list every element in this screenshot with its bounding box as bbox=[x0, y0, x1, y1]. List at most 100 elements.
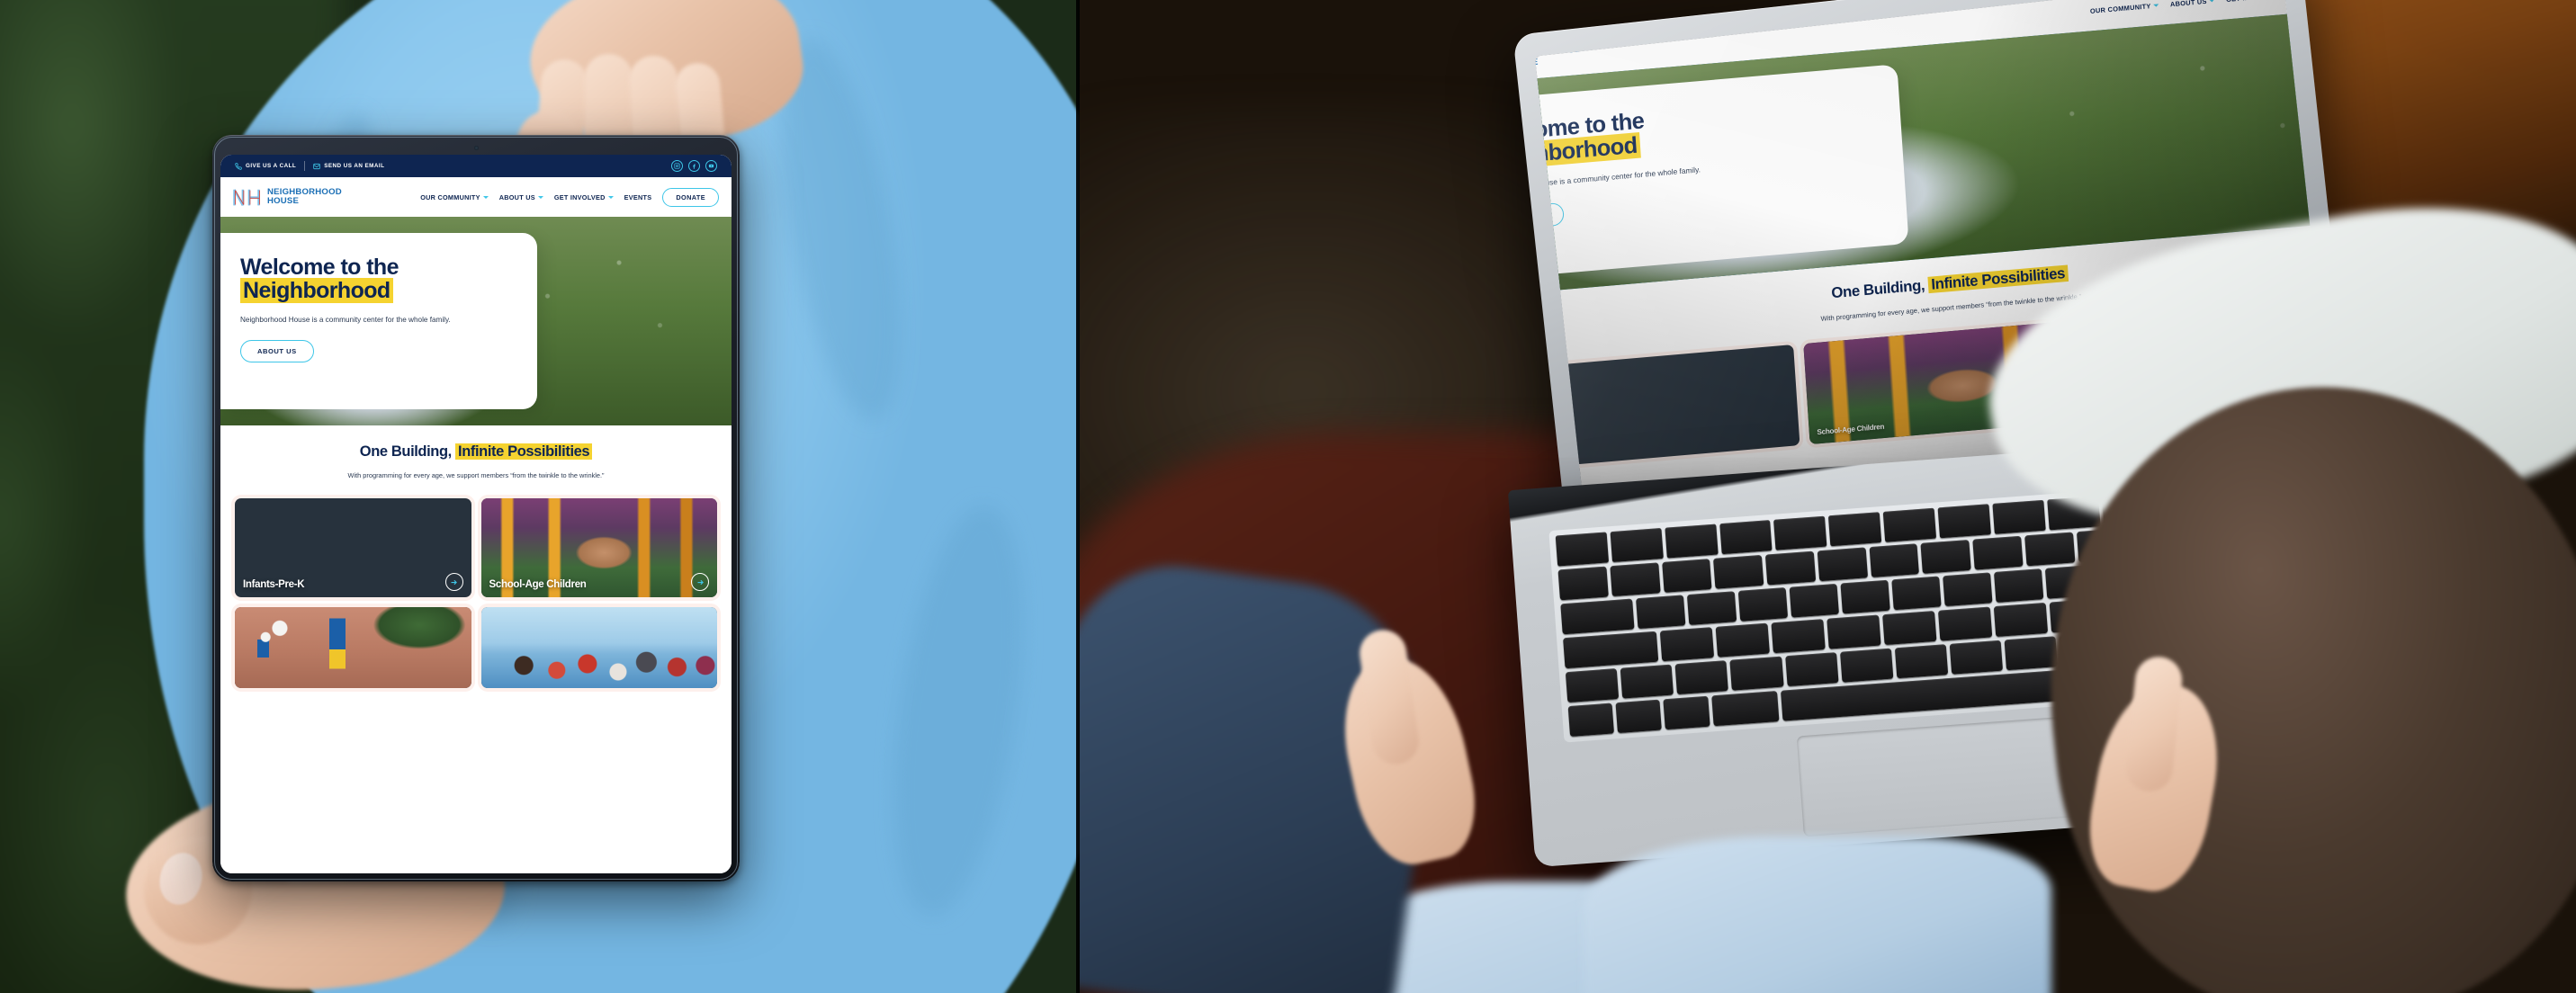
program-card-infants-pre-k[interactable]: Infants-Pre-K bbox=[235, 498, 471, 598]
program-card-infants-pre-k[interactable]: Infants-Pre-K bbox=[1534, 344, 1800, 471]
key-9[interactable] bbox=[2024, 532, 2076, 567]
card-arrow-button[interactable] bbox=[691, 573, 709, 592]
key-v[interactable] bbox=[1839, 648, 1894, 683]
key-comma[interactable] bbox=[2004, 636, 2059, 671]
send-us-an-email-label: SEND US AN EMAIL bbox=[324, 163, 385, 169]
nav-item-about-us[interactable]: ABOUT US bbox=[2170, 0, 2216, 8]
program-card-teens[interactable] bbox=[235, 607, 471, 689]
key-d[interactable] bbox=[1771, 619, 1827, 654]
program-card-school-age-children[interactable]: School-Age Children bbox=[480, 498, 717, 598]
nav-item-events[interactable]: EVENTS bbox=[624, 193, 652, 201]
section-title-highlight: Infinite Possibilities bbox=[1928, 264, 2069, 293]
key-b[interactable] bbox=[1894, 644, 1949, 679]
key-a[interactable] bbox=[1635, 595, 1686, 630]
key-q[interactable] bbox=[1660, 627, 1715, 662]
hero-text-card: Welcome to the Neighborhood Neighborhood… bbox=[1534, 64, 1909, 282]
topbar-contact-group: GIVE US A CALL SEND US AN EMAIL bbox=[1535, 13, 1624, 37]
key-i[interactable] bbox=[1994, 568, 2044, 603]
facebook-link[interactable] bbox=[688, 160, 700, 172]
nav-label: EVENTS bbox=[624, 192, 652, 201]
instagram-link[interactable] bbox=[671, 160, 683, 172]
primary-nav: OUR COMMUNITY ABOUT US GET INVOLVED bbox=[2090, 0, 2333, 20]
hero-about-us-button[interactable]: ABOUT US bbox=[1534, 201, 1565, 232]
person-left-shoulder bbox=[1584, 836, 2051, 993]
program-card-seniors[interactable] bbox=[480, 607, 717, 689]
key-shift-left[interactable] bbox=[1565, 668, 1620, 703]
card-arrow-button[interactable] bbox=[444, 573, 463, 592]
key-angle-brackets[interactable] bbox=[1620, 664, 1674, 699]
youtube-link[interactable] bbox=[705, 160, 717, 172]
key-6[interactable] bbox=[1869, 543, 1920, 578]
key-j[interactable] bbox=[1993, 602, 2049, 638]
key-x[interactable] bbox=[1729, 656, 1784, 691]
key-f1[interactable] bbox=[1610, 527, 1664, 563]
key-4[interactable] bbox=[1765, 550, 1817, 586]
key-s[interactable] bbox=[1715, 622, 1771, 658]
key-caps-lock[interactable] bbox=[1563, 631, 1659, 669]
key-esc[interactable] bbox=[1555, 532, 1609, 567]
site-logo[interactable]: NEIGHBORHOOD HOUSE bbox=[1535, 43, 1583, 75]
nav-item-get-involved[interactable]: GET INVOLVED bbox=[2226, 0, 2286, 3]
key-g[interactable] bbox=[1882, 610, 1937, 646]
key-t[interactable] bbox=[1840, 579, 1890, 614]
hero-about-us-button[interactable]: ABOUT US bbox=[240, 340, 314, 363]
key-tab[interactable] bbox=[1560, 598, 1635, 635]
key-f8[interactable] bbox=[1992, 499, 2046, 534]
brand-wordmark: NEIGHBORHOOD HOUSE bbox=[1535, 44, 1583, 69]
topbar-divider bbox=[1541, 21, 1543, 31]
donate-button[interactable]: DONATE bbox=[662, 187, 719, 207]
section-title-plain: One Building, bbox=[359, 443, 452, 460]
section-title: One Building, Infinite Possibilities bbox=[235, 443, 717, 461]
key-5[interactable] bbox=[1817, 547, 1868, 582]
key-3[interactable] bbox=[1713, 554, 1764, 589]
site-logo[interactable]: NEIGHBORHOOD HOUSE bbox=[231, 186, 342, 208]
card-label: Infants-Pre-K bbox=[1534, 451, 1551, 463]
main-navbar: NEIGHBORHOOD HOUSE OUR COMMUNITY ABOUT U… bbox=[220, 177, 732, 217]
key-z[interactable] bbox=[1686, 591, 1737, 626]
key-h[interactable] bbox=[1938, 606, 1993, 641]
key-f6[interactable] bbox=[1882, 507, 1937, 542]
key-r[interactable] bbox=[1789, 583, 1839, 618]
key-8[interactable] bbox=[1972, 535, 2024, 570]
key-e[interactable] bbox=[1737, 587, 1788, 622]
brand-wordmark: NEIGHBORHOOD HOUSE bbox=[267, 188, 342, 206]
key-1[interactable] bbox=[1610, 562, 1661, 597]
nav-item-our-community[interactable]: OUR COMMUNITY bbox=[2090, 1, 2160, 15]
chevron-down-icon bbox=[607, 195, 614, 199]
right-panel-laptop-scene: GIVE US A CALL SEND US AN EMAIL bbox=[1080, 0, 2576, 993]
chevron-down-icon bbox=[2210, 0, 2216, 2]
nav-label: ABOUT US bbox=[2169, 0, 2208, 8]
nav-item-get-involved[interactable]: GET INVOLVED bbox=[554, 193, 614, 201]
facebook-icon bbox=[693, 164, 696, 169]
key-2[interactable] bbox=[1661, 559, 1712, 593]
key-f7[interactable] bbox=[1937, 504, 1991, 539]
key-tilde[interactable] bbox=[1557, 566, 1609, 601]
key-w[interactable] bbox=[1674, 660, 1729, 695]
left-panel-tablet-scene: GIVE US A CALL SEND US AN EMAIL NEIGHBOR… bbox=[0, 0, 1080, 993]
nav-label: OUR COMMUNITY bbox=[2090, 1, 2152, 15]
key-f2[interactable] bbox=[1665, 523, 1719, 559]
chevron-down-icon bbox=[2153, 3, 2160, 7]
section-subtitle: With programming for every age, we suppo… bbox=[347, 471, 605, 479]
topbar-contact-group: GIVE US A CALL SEND US AN EMAIL bbox=[235, 161, 384, 171]
key-f[interactable] bbox=[1827, 614, 1881, 649]
phone-icon bbox=[235, 162, 242, 170]
key-f4[interactable] bbox=[1773, 515, 1827, 550]
nav-item-about-us[interactable]: ABOUT US bbox=[499, 193, 543, 201]
key-c[interactable] bbox=[1784, 652, 1839, 687]
key-7[interactable] bbox=[1920, 539, 1972, 574]
nav-item-our-community[interactable]: OUR COMMUNITY bbox=[420, 193, 489, 201]
send-us-an-email-link[interactable]: SEND US AN EMAIL bbox=[313, 163, 384, 170]
give-us-a-call-link[interactable]: GIVE US A CALL bbox=[235, 162, 296, 170]
nh-monogram-icon bbox=[233, 189, 260, 206]
key-u[interactable] bbox=[1943, 572, 1993, 607]
section-title-highlight: Infinite Possibilities bbox=[455, 443, 593, 460]
key-n[interactable] bbox=[1949, 640, 2004, 675]
key-y[interactable] bbox=[1891, 576, 1942, 611]
key-fn[interactable] bbox=[1567, 702, 1615, 738]
key-f3[interactable] bbox=[1719, 520, 1773, 555]
youtube-icon bbox=[708, 164, 714, 168]
hero-title: Welcome to the Neighborhood bbox=[240, 255, 514, 303]
send-us-an-email-link[interactable]: SEND US AN EMAIL bbox=[1550, 15, 1623, 29]
key-f5[interactable] bbox=[1828, 512, 1882, 547]
